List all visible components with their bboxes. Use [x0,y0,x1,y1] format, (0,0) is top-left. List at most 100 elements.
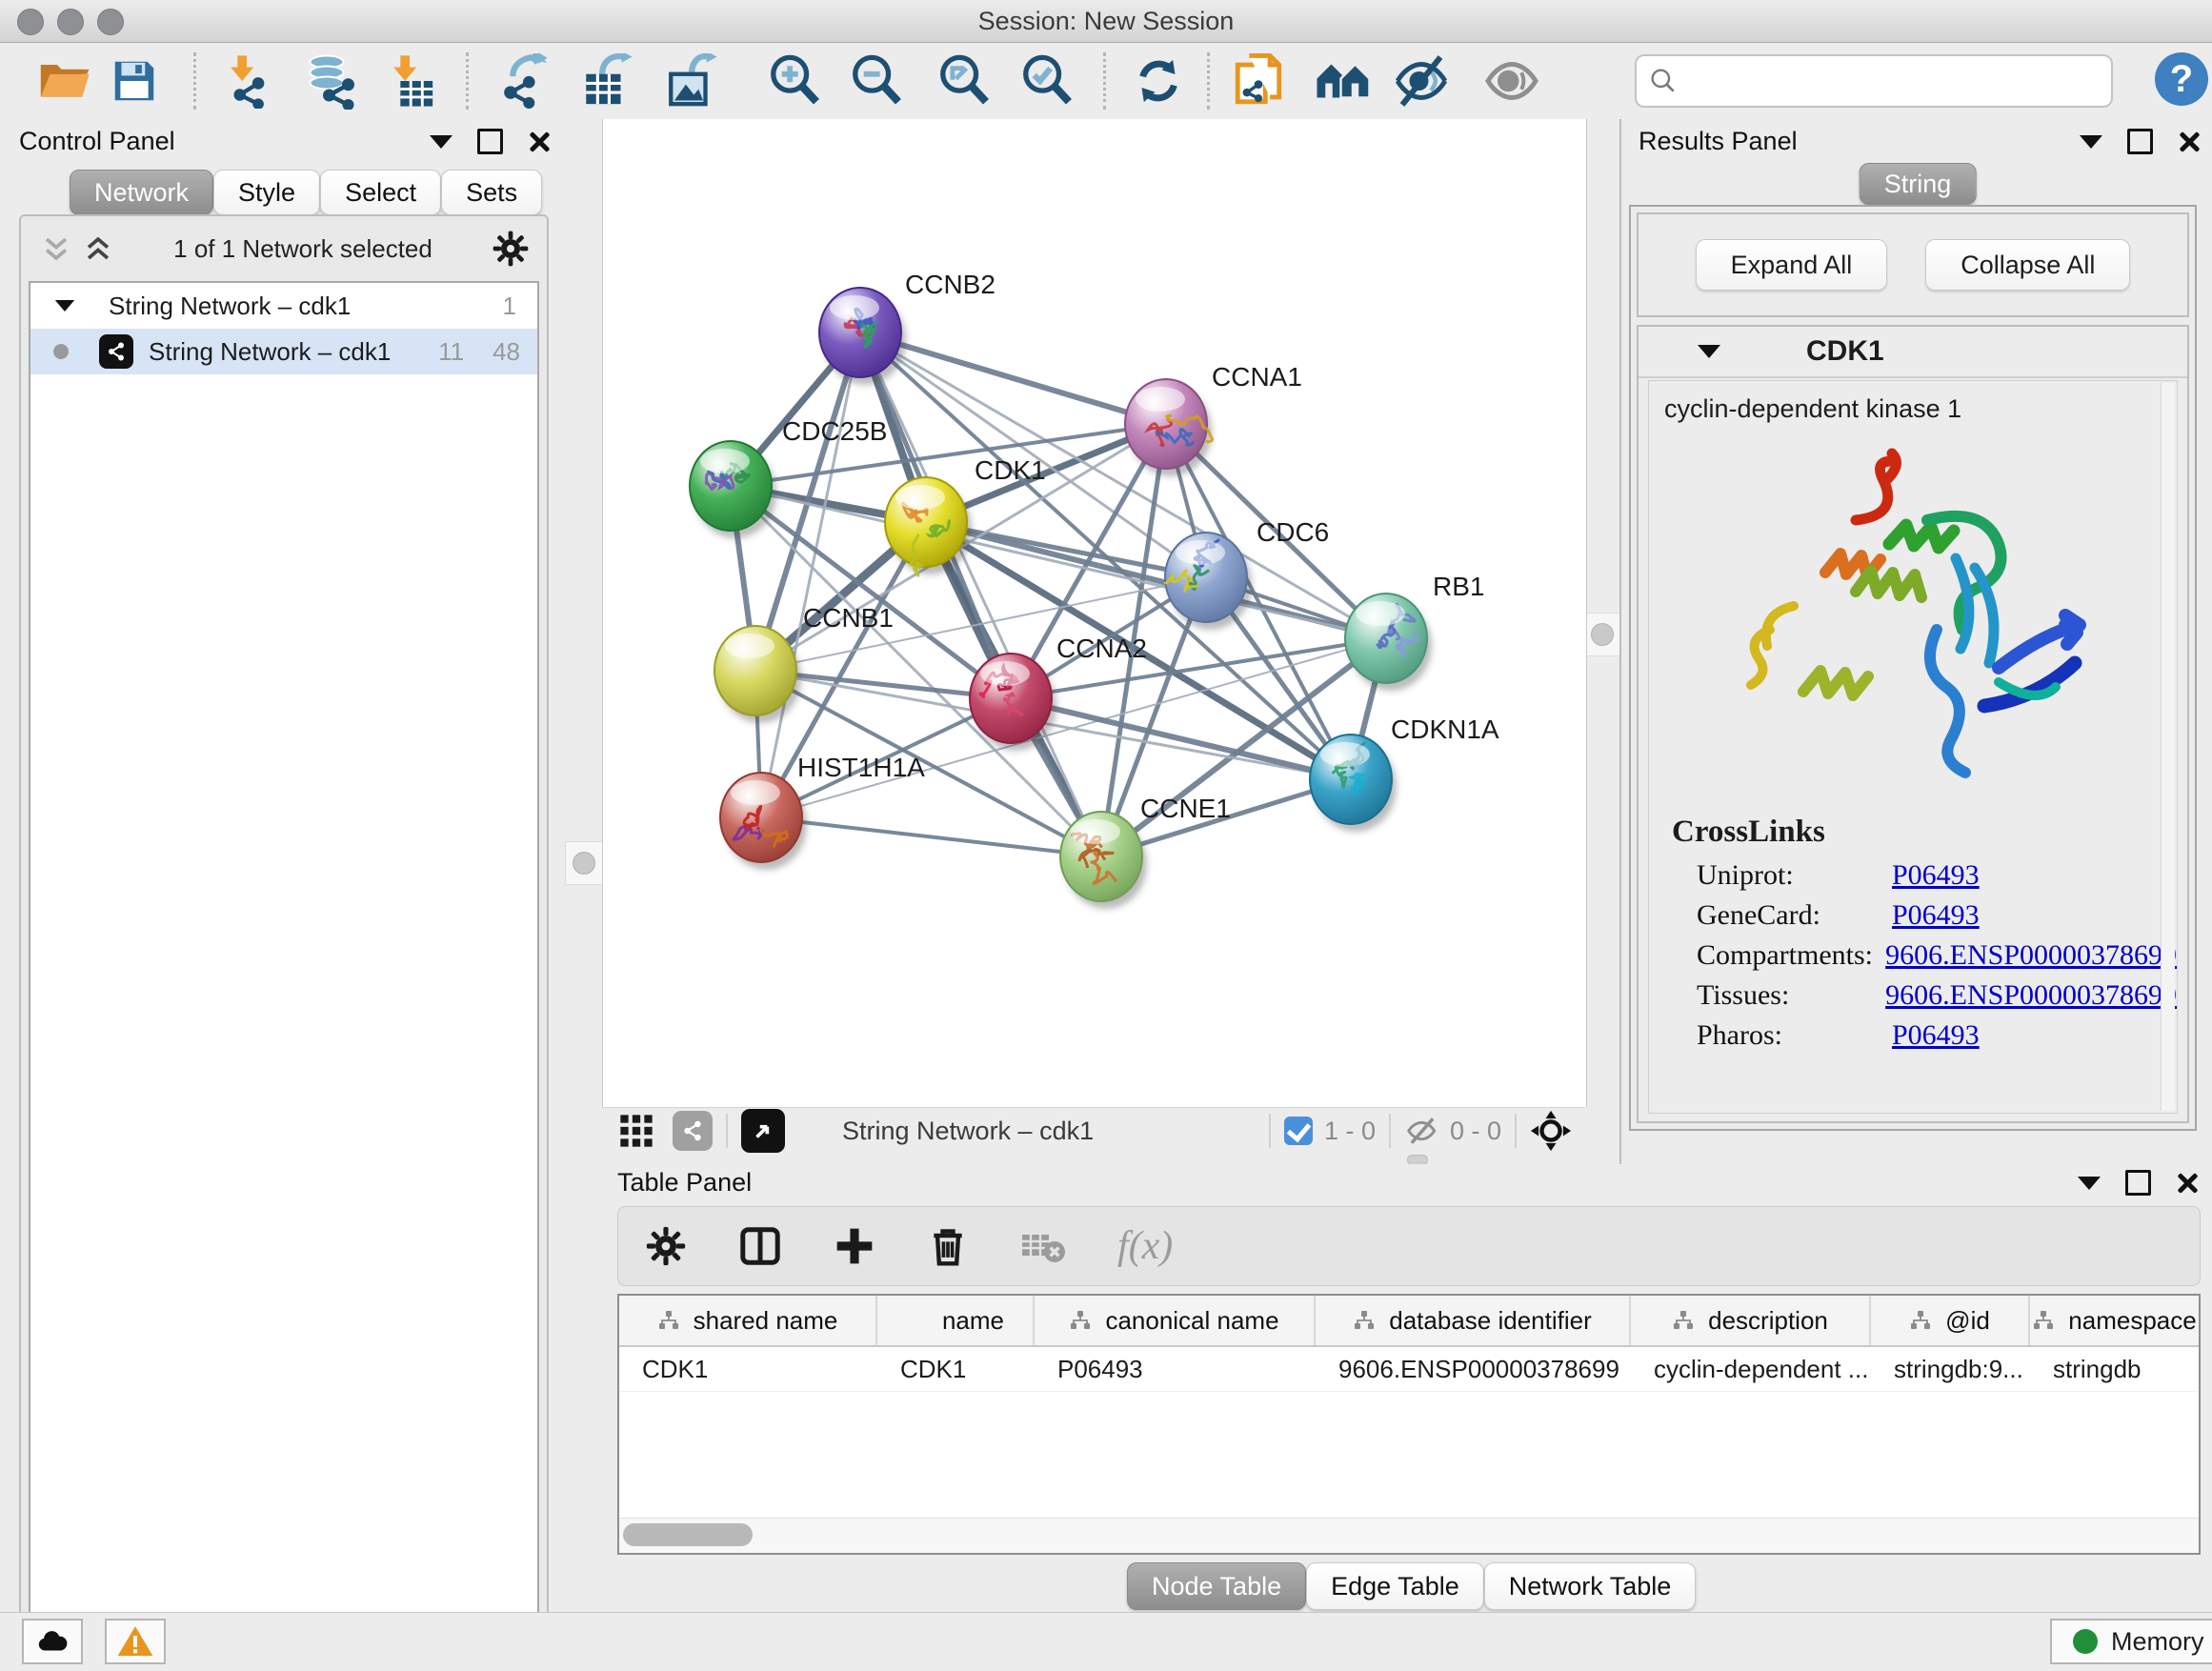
warning-status-button[interactable] [105,1619,166,1664]
panel-float-icon[interactable] [2125,1170,2151,1196]
tab-style[interactable]: Style [213,170,320,215]
save-icon [109,55,160,107]
network-node-CCNB1[interactable]: CCNB1 [714,603,894,723]
crosslink-row: Tissues: 9606.ENSP00000378699 [1697,979,2177,1012]
results-scrollbar[interactable] [2161,383,2175,1111]
save-session-button[interactable] [104,50,165,111]
crosslink-link[interactable]: P06493 [1892,899,1980,932]
scrollbar-thumb[interactable] [623,1523,753,1546]
hidden-eye-slash-icon[interactable] [1404,1113,1440,1149]
network-row[interactable]: String Network – cdk1 11 48 [30,329,537,374]
open-session-button[interactable] [33,50,94,111]
section-collapse-icon[interactable] [1698,345,1720,358]
network-node-HIST1H1A[interactable]: HIST1H1A [720,753,925,870]
column-header[interactable]: @id [1871,1296,2030,1345]
pan-crosshair-icon[interactable] [1530,1110,1572,1152]
copy-network-icon [1231,53,1286,109]
column-header[interactable]: name [877,1296,1035,1345]
export-table-button[interactable] [576,50,637,111]
panel-float-icon[interactable] [2127,129,2153,154]
column-header[interactable]: canonical name [1035,1296,1316,1345]
left-splitter-handle[interactable] [565,841,603,885]
panel-close-icon[interactable] [528,131,551,153]
crosslink-link[interactable]: 9606.ENSP00000378699 [1885,939,2177,972]
crosslink-link[interactable]: P06493 [1892,859,1980,892]
network-edge[interactable] [761,817,1101,856]
tab-string[interactable]: String [1860,163,1977,205]
panel-menu-icon[interactable] [2078,1177,2101,1190]
column-header[interactable]: database identifier [1316,1296,1631,1345]
delete-column-trash-icon[interactable] [927,1225,969,1267]
status-bar: Memory [0,1612,2212,1671]
network-node-CDKN1A[interactable]: CDKN1A [1310,715,1499,832]
panel-float-icon[interactable] [477,129,503,154]
collapse-all-button[interactable]: Collapse All [1925,239,2130,291]
column-header[interactable]: description [1631,1296,1871,1345]
crosslink-link[interactable]: 9606.ENSP00000378699 [1885,979,2177,1012]
grid-view-icon[interactable] [617,1112,655,1150]
database-icon [303,52,360,110]
search-input[interactable] [1686,60,2100,100]
node-table: shared name name canonical name database… [617,1294,2201,1555]
import-network-button[interactable] [216,50,277,111]
selected-checkbox-icon[interactable] [1284,1117,1313,1145]
tab-network[interactable]: Network [70,170,213,215]
network-node-RB1[interactable]: RB1 [1345,572,1484,691]
table-horizontal-scrollbar[interactable] [619,1518,2199,1553]
toolbar-separator [466,52,469,110]
panel-menu-icon[interactable] [430,135,452,149]
gene-section-header[interactable]: CDK1 [1639,327,2187,378]
show-all-button[interactable] [1481,50,1542,111]
cloud-status-button[interactable] [22,1619,83,1664]
zoom-fit-button[interactable] [934,50,995,111]
expand-all-button[interactable]: Expand All [1696,239,1888,291]
import-network-from-database-button[interactable] [301,50,362,111]
import-table-button[interactable] [379,50,440,111]
toolbar-separator [1103,52,1106,110]
tab-select[interactable]: Select [320,170,441,215]
control-panel-tabs: Network Style Select Sets [70,170,542,215]
first-neighbors-button[interactable] [1313,50,1374,111]
zoom-selected-button[interactable] [1016,50,1077,111]
panel-menu-icon[interactable] [2080,135,2102,149]
panel-close-icon[interactable] [2178,131,2201,153]
panel-close-icon[interactable] [2176,1172,2199,1195]
copy-network-button[interactable] [1228,50,1289,111]
zoom-in-button[interactable] [764,50,825,111]
export-network-button[interactable] [492,50,553,111]
show-columns-icon[interactable] [738,1224,782,1268]
memory-button[interactable]: Memory [2050,1619,2212,1664]
tab-network-table[interactable]: Network Table [1484,1562,1697,1610]
network-edge[interactable] [860,332,1166,424]
left-splitter[interactable] [564,119,602,1612]
column-header[interactable]: namespace [2030,1296,2199,1345]
hide-selected-button[interactable] [1391,50,1452,111]
help-button[interactable]: ? [2155,52,2208,106]
network-view-share-icon[interactable] [673,1111,713,1151]
tab-edge-table[interactable]: Edge Table [1306,1562,1484,1610]
table-options-gear-icon[interactable] [645,1225,687,1267]
create-column-plus-icon[interactable] [834,1225,875,1267]
export-image-button[interactable] [661,50,722,111]
birds-eye-view-icon[interactable] [741,1109,785,1153]
tab-sets[interactable]: Sets [441,170,542,215]
network-view-canvas[interactable]: CCNB2CCNA1CDC25BCDK1CDC6RB1CCNB1CCNA2HIS… [602,119,1587,1107]
crosslink-link[interactable]: P06493 [1892,1019,1980,1052]
collection-expand-icon[interactable] [55,300,74,312]
crosslink-label: Pharos: [1697,1019,1892,1052]
tab-node-table[interactable]: Node Table [1127,1562,1306,1610]
collapse-all-networks-icon[interactable] [40,232,72,265]
table-cell: CDK1 [619,1347,877,1391]
network-node-CCNE1[interactable]: CCNE1 [1060,794,1231,909]
network-options-gear-icon[interactable] [492,230,530,268]
refresh-network-button[interactable] [1128,50,1189,111]
right-splitter-handle[interactable] [1583,613,1621,656]
network-node-CDC6[interactable]: CDC6 [1165,517,1329,630]
column-header[interactable]: shared name [619,1296,877,1345]
table-row[interactable]: CDK1 CDK1 P06493 9606.ENSP00000378699 cy… [619,1347,2199,1392]
network-collection-row[interactable]: String Network – cdk1 1 [30,283,537,329]
zoom-fit-icon [936,53,992,109]
expand-all-networks-icon[interactable] [82,232,114,265]
zoom-out-button[interactable] [846,50,907,111]
network-node-CCNA1[interactable]: CCNA1 [1125,362,1302,476]
